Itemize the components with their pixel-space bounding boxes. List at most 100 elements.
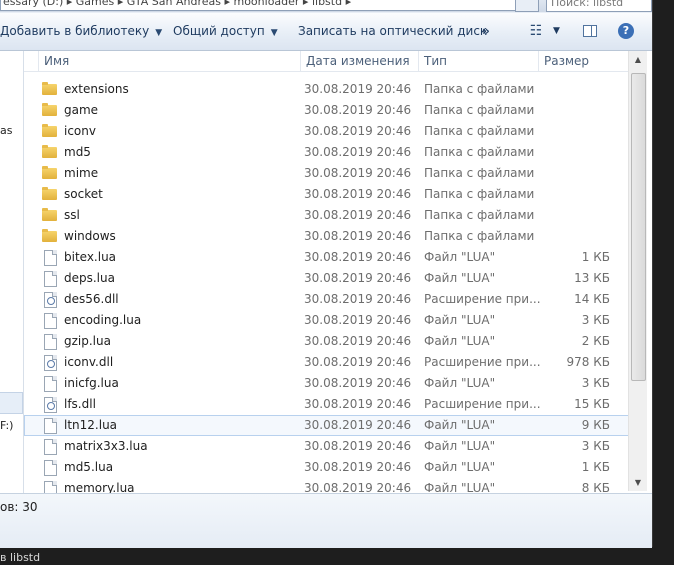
file-type: Файл "LUA" [424, 439, 496, 453]
file-name: des56.dll [64, 292, 119, 306]
column-name[interactable]: Имя [38, 51, 300, 71]
status-bar: ов: 30 [0, 493, 652, 548]
nav-selected-item[interactable] [0, 392, 23, 414]
file-row[interactable]: md5.lua 30.08.2019 20:46 Файл "LUA" 1 КБ [24, 457, 638, 478]
nav-drive-fragment[interactable]: F:) [0, 419, 13, 432]
taskbar-label[interactable]: в libstd [0, 551, 40, 564]
file-icon [42, 478, 58, 493]
scroll-up-arrow-icon[interactable]: ▲ [629, 51, 647, 68]
more-commands-button[interactable]: » [482, 13, 490, 50]
file-icon [42, 457, 58, 478]
file-name: extensions [64, 82, 129, 96]
file-type: Папка с файлами [424, 145, 535, 159]
file-date: 30.08.2019 20:46 [304, 334, 412, 348]
file-row[interactable]: windows 30.08.2019 20:46 Папка с файлами [24, 226, 638, 247]
file-type: Папка с файлами [424, 124, 535, 138]
file-type: Файл "LUA" [424, 250, 496, 264]
file-row[interactable]: game 30.08.2019 20:46 Папка с файлами [24, 100, 638, 121]
file-row[interactable]: encoding.lua 30.08.2019 20:46 Файл "LUA" 3 … [24, 310, 638, 331]
file-row[interactable]: memory.lua 30.08.2019 20:46 Файл "LUA" 8 КБ [24, 478, 638, 493]
file-name: windows [64, 229, 116, 243]
help-button[interactable]: ? [618, 23, 634, 39]
file-date: 30.08.2019 20:46 [304, 439, 412, 453]
file-row[interactable]: bitex.lua 30.08.2019 20:46 Файл "LUA" 1 КБ [24, 247, 638, 268]
folder-icon [42, 100, 58, 121]
file-row[interactable]: matrix3x3.lua 30.08.2019 20:46 Файл "LUA" 3… [24, 436, 638, 457]
file-name: socket [64, 187, 103, 201]
file-date: 30.08.2019 20:46 [304, 355, 412, 369]
chevron-down-icon[interactable]: ▼ [553, 13, 560, 50]
file-name: deps.lua [64, 271, 115, 285]
address-field[interactable]: essary (D:) ▸ Games ▸ GTA San Andreas ▸ … [0, 0, 534, 11]
folder-icon [42, 142, 58, 163]
file-icon [42, 310, 58, 331]
file-size: 2 КБ [581, 334, 610, 348]
explorer-window: essary (D:) ▸ Games ▸ GTA San Andreas ▸ … [0, 0, 653, 548]
folder-icon [42, 79, 58, 100]
file-row[interactable]: iconv 30.08.2019 20:46 Папка с файлами [24, 121, 638, 142]
file-size: 3 КБ [581, 313, 610, 327]
file-type: Файл "LUA" [424, 271, 496, 285]
file-name: memory.lua [64, 481, 135, 493]
folder-icon [42, 163, 58, 184]
nav-item-fragment[interactable]: as [0, 124, 12, 137]
file-row[interactable]: socket 30.08.2019 20:46 Папка с файлами [24, 184, 638, 205]
file-row[interactable]: ssl 30.08.2019 20:46 Папка с файлами [24, 205, 638, 226]
file-name: mime [64, 166, 99, 180]
file-date: 30.08.2019 20:46 [304, 397, 412, 411]
file-row[interactable]: deps.lua 30.08.2019 20:46 Файл "LUA" 13 КБ [24, 268, 638, 289]
file-type: Расширение при... [424, 355, 541, 369]
scroll-down-arrow-icon[interactable]: ▼ [629, 474, 647, 491]
file-date: 30.08.2019 20:46 [304, 271, 412, 285]
file-name: md5.lua [64, 460, 114, 474]
column-size[interactable]: Размер [538, 51, 638, 71]
navigation-pane: as F:) [0, 51, 24, 493]
file-row[interactable]: lfs.dll 30.08.2019 20:46 Расширение при...… [24, 394, 638, 415]
file-name: game [64, 103, 99, 117]
file-name: lfs.dll [64, 397, 96, 411]
preview-pane-button[interactable] [582, 23, 598, 39]
column-type[interactable]: Тип [418, 51, 538, 71]
address-bar: essary (D:) ▸ Games ▸ GTA San Andreas ▸ … [0, 0, 652, 12]
file-size: 14 КБ [574, 292, 610, 306]
file-size [544, 100, 610, 121]
file-icon [42, 415, 58, 436]
file-date: 30.08.2019 20:46 [304, 208, 412, 222]
file-size [544, 184, 610, 205]
column-date[interactable]: Дата изменения [300, 51, 418, 71]
dll-icon [42, 352, 58, 373]
file-size: 3 КБ [581, 439, 610, 453]
file-type: Расширение при... [424, 397, 541, 411]
search-input[interactable]: Поиск: libstd [546, 0, 652, 12]
file-name: md5 [64, 145, 91, 159]
view-options-icon[interactable]: ☷ [528, 23, 544, 39]
file-date: 30.08.2019 20:46 [304, 292, 412, 306]
file-row[interactable]: md5 30.08.2019 20:46 Папка с файлами [24, 142, 638, 163]
file-type: Папка с файлами [424, 103, 535, 117]
file-row[interactable]: des56.dll 30.08.2019 20:46 Расширение при.… [24, 289, 638, 310]
file-name: encoding.lua [64, 313, 142, 327]
file-row[interactable]: mime 30.08.2019 20:46 Папка с файлами [24, 163, 638, 184]
file-size [544, 205, 610, 226]
file-name: ltn12.lua [64, 418, 118, 432]
vertical-scrollbar[interactable]: ▲ ▼ [628, 51, 647, 491]
file-type: Папка с файлами [424, 82, 535, 96]
file-row[interactable]: iconv.dll 30.08.2019 20:46 Расширение при.… [24, 352, 638, 373]
file-row[interactable]: inicfg.lua 30.08.2019 20:46 Файл "LUA" 3 КБ [24, 373, 638, 394]
scroll-thumb[interactable] [631, 73, 646, 381]
burn-disc-button[interactable]: Записать на оптический диск [298, 13, 487, 50]
share-button[interactable]: Общий доступ ▼ [173, 13, 278, 50]
file-icon [42, 331, 58, 352]
toolbar: Добавить в библиотеку ▼ Общий доступ ▼ Зап… [0, 13, 652, 51]
file-icon [42, 268, 58, 289]
file-size [544, 142, 610, 163]
file-size: 978 КБ [566, 355, 610, 369]
refresh-button[interactable] [515, 0, 539, 12]
add-to-library-button[interactable]: Добавить в библиотеку ▼ [0, 13, 162, 50]
file-row[interactable]: gzip.lua 30.08.2019 20:46 Файл "LUA" 2 КБ [24, 331, 638, 352]
file-row[interactable]: ltn12.lua 30.08.2019 20:46 Файл "LUA" 9 КБ [24, 415, 638, 436]
file-size [544, 79, 610, 100]
file-size [544, 226, 610, 247]
file-row[interactable]: extensions 30.08.2019 20:46 Папка с файлам… [24, 79, 638, 100]
file-name: bitex.lua [64, 250, 117, 264]
